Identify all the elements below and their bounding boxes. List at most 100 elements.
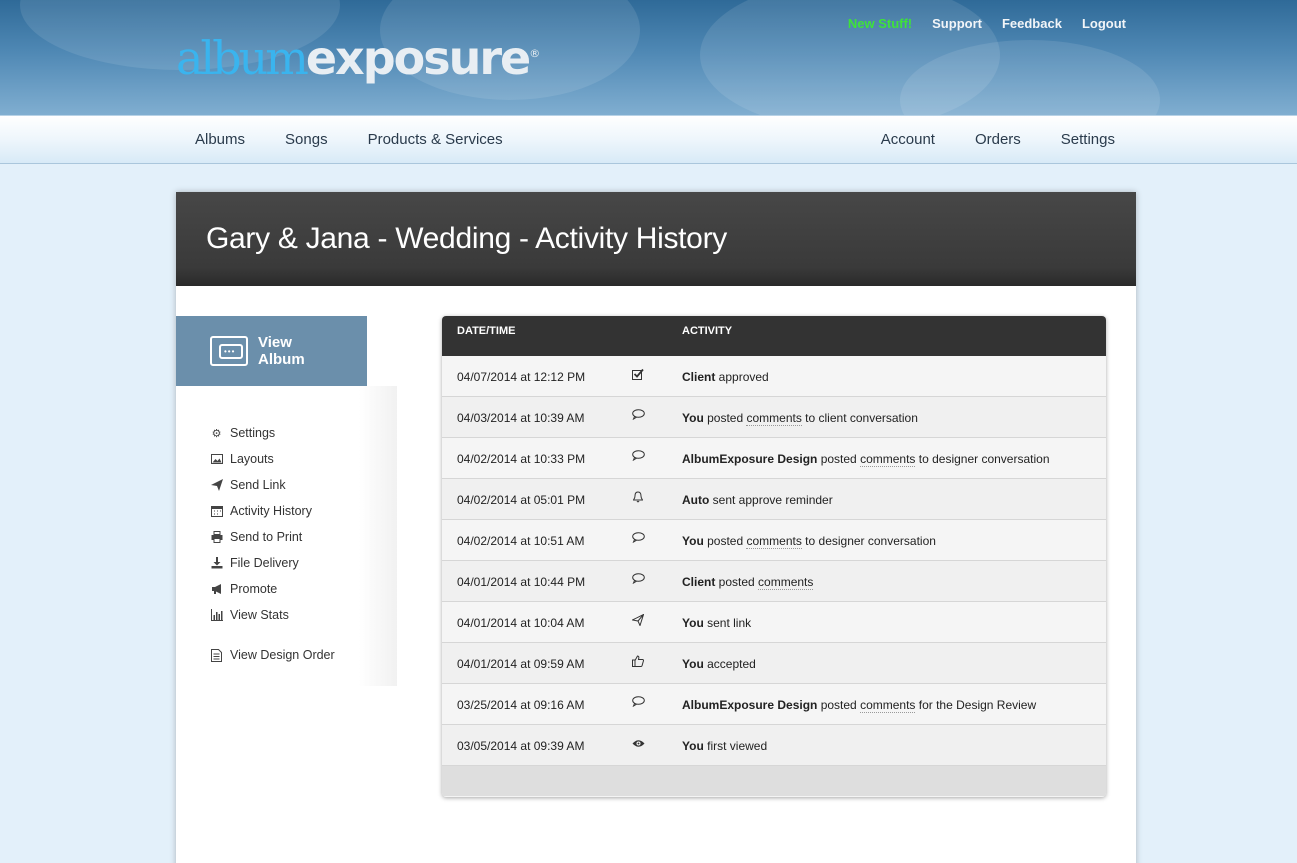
- sidebar-item-activity-history[interactable]: Activity History: [210, 498, 335, 524]
- activity-actor: You: [682, 657, 704, 671]
- row-activity: Auto sent approve reminder: [682, 493, 833, 507]
- row-datetime: 04/01/2014 at 10:44 PM: [457, 575, 586, 589]
- comments-link[interactable]: comments: [758, 575, 814, 590]
- activity-text: posted: [703, 534, 747, 548]
- table-footer: [442, 766, 1106, 796]
- sidebar-item-send-to-print[interactable]: Send to Print: [210, 524, 335, 550]
- table-row: 04/03/2014 at 10:39 AM You posted comment…: [442, 397, 1106, 438]
- row-activity: AlbumExposure Design posted comments to …: [682, 452, 1050, 467]
- sidebar-item-label: Send to Print: [230, 530, 303, 544]
- sidebar-item-label: View Design Order: [230, 648, 335, 662]
- paper-plane-icon: [210, 479, 223, 492]
- nav-albums[interactable]: Albums: [195, 131, 245, 148]
- image-icon: [210, 453, 223, 466]
- activity-text: posted: [715, 575, 759, 589]
- row-activity: You accepted: [682, 657, 756, 671]
- row-datetime: 04/02/2014 at 05:01 PM: [457, 493, 586, 507]
- nav-songs[interactable]: Songs: [285, 131, 328, 148]
- sidebar-item-label: Send Link: [230, 478, 286, 492]
- nav-products-services[interactable]: Products & Services: [368, 131, 503, 148]
- activity-text: to designer conversation: [801, 534, 936, 548]
- row-activity: You posted comments to client conversati…: [682, 411, 918, 426]
- comments-link[interactable]: comments: [746, 534, 802, 549]
- nav-orders[interactable]: Orders: [975, 131, 1021, 148]
- sidebar-item-label: Activity History: [230, 504, 312, 518]
- comment-icon: [630, 696, 646, 710]
- row-datetime: 03/25/2014 at 09:16 AM: [457, 698, 585, 712]
- activity-text: first viewed: [703, 739, 768, 753]
- table-row: 04/01/2014 at 09:59 AM You accepted: [442, 643, 1106, 684]
- sidebar-item-settings[interactable]: ⚙ Settings: [210, 420, 335, 446]
- comment-icon: [630, 450, 646, 464]
- comment-icon: [630, 409, 646, 423]
- activity-text: sent approve reminder: [709, 493, 833, 507]
- logo-album-text: album: [176, 31, 309, 85]
- bell-icon: [630, 491, 646, 506]
- chat-bubble-icon: •••: [210, 336, 248, 366]
- activity-actor: You: [682, 534, 704, 548]
- activity-actor: You: [682, 616, 704, 630]
- logo-exposure-text: exposure: [305, 31, 531, 85]
- sidebar-item-label: Layouts: [230, 452, 274, 466]
- activity-actor: AlbumExposure Design: [682, 452, 818, 466]
- sidebar-item-file-delivery[interactable]: File Delivery: [210, 550, 335, 576]
- row-activity: AlbumExposure Design posted comments for…: [682, 698, 1036, 713]
- row-activity: Client approved: [682, 370, 769, 384]
- registered-mark: ®: [529, 47, 541, 60]
- sidebar-menu: ⚙ Settings Layouts Send Link Activity Hi…: [210, 420, 335, 668]
- table-row: 04/02/2014 at 10:33 PM AlbumExposure Desi…: [442, 438, 1106, 479]
- feedback-link[interactable]: Feedback: [1002, 16, 1062, 31]
- support-link[interactable]: Support: [932, 16, 982, 31]
- sidebar-item-view-stats[interactable]: View Stats: [210, 602, 335, 628]
- table-header: DATE/TIME ACTIVITY: [442, 316, 1106, 356]
- bar-chart-icon: [210, 609, 223, 622]
- sidebar-item-send-link[interactable]: Send Link: [210, 472, 335, 498]
- comments-link[interactable]: comments: [860, 452, 916, 467]
- activity-actor: Client: [682, 575, 716, 589]
- row-activity: You first viewed: [682, 739, 767, 753]
- view-album-label: View Album: [258, 334, 305, 368]
- activity-actor: Auto: [682, 493, 710, 507]
- activity-text: posted: [817, 698, 861, 712]
- comment-icon: [630, 532, 646, 546]
- table-body: 04/07/2014 at 12:12 PM Client approved 04/…: [442, 356, 1106, 766]
- site-logo[interactable]: albumexposure®: [176, 28, 540, 88]
- document-icon: [210, 648, 223, 662]
- column-header-datetime: DATE/TIME: [457, 325, 516, 337]
- eye-icon: [630, 737, 646, 751]
- activity-text: posted: [817, 452, 861, 466]
- calendar-icon: [210, 505, 223, 518]
- logout-link[interactable]: Logout: [1082, 16, 1126, 31]
- activity-text: to client conversation: [801, 411, 918, 425]
- sidebar-item-promote[interactable]: Promote: [210, 576, 335, 602]
- activity-actor: Client: [682, 370, 716, 384]
- download-icon: [210, 557, 223, 570]
- activity-text: sent link: [703, 616, 752, 630]
- row-activity: You sent link: [682, 616, 751, 630]
- new-stuff-link[interactable]: New Stuff!: [848, 16, 912, 31]
- gear-icon: ⚙: [211, 427, 222, 440]
- table-row: 04/01/2014 at 10:44 PM Client posted comm…: [442, 561, 1106, 602]
- sidebar-item-layouts[interactable]: Layouts: [210, 446, 335, 472]
- page-title: Gary & Jana - Wedding - Activity History: [176, 192, 1136, 286]
- table-row: 03/05/2014 at 09:39 AM You first viewed: [442, 725, 1106, 766]
- row-datetime: 03/05/2014 at 09:39 AM: [457, 739, 585, 753]
- main-nav: Albums Songs Products & Services Account…: [0, 115, 1297, 164]
- view-album-button[interactable]: ••• View Album: [176, 316, 367, 386]
- sidebar-item-view-design-order[interactable]: View Design Order: [210, 642, 335, 668]
- row-datetime: 04/03/2014 at 10:39 AM: [457, 411, 585, 425]
- comments-link[interactable]: comments: [746, 411, 802, 426]
- nav-settings[interactable]: Settings: [1061, 131, 1115, 148]
- sidebar-item-label: File Delivery: [230, 556, 299, 570]
- nav-account[interactable]: Account: [881, 131, 935, 148]
- row-activity: Client posted comments: [682, 575, 814, 590]
- row-datetime: 04/07/2014 at 12:12 PM: [457, 370, 586, 384]
- content-card: Gary & Jana - Wedding - Activity History…: [176, 192, 1136, 863]
- row-activity: You posted comments to designer conversa…: [682, 534, 936, 549]
- activity-table: DATE/TIME ACTIVITY 04/07/2014 at 12:12 P…: [442, 316, 1106, 797]
- row-datetime: 04/02/2014 at 10:33 PM: [457, 452, 586, 466]
- comments-link[interactable]: comments: [860, 698, 916, 713]
- row-datetime: 04/02/2014 at 10:51 AM: [457, 534, 585, 548]
- site-header: albumexposure® New Stuff! Support Feedba…: [0, 0, 1297, 115]
